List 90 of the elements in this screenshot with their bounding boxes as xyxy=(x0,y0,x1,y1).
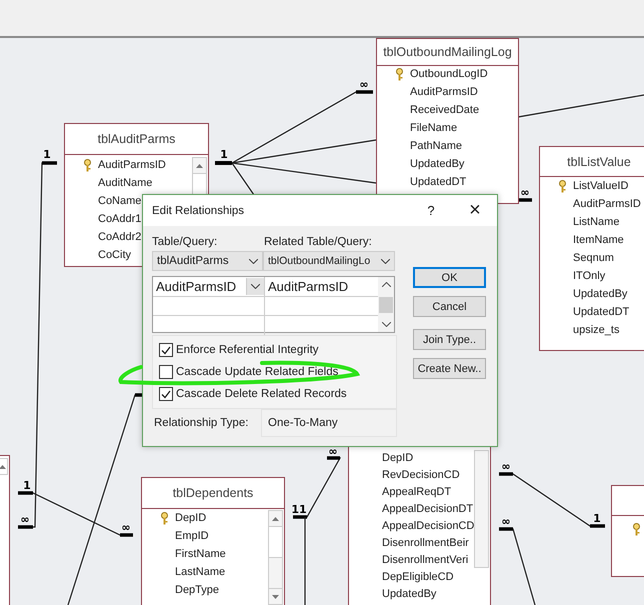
field-name: DepID xyxy=(175,512,206,524)
cardinality-label: ∞ xyxy=(520,186,530,199)
field-name: AppealDecisionCD xyxy=(382,520,474,532)
field-name: Seqnum xyxy=(573,252,614,264)
up-arrow-icon xyxy=(196,164,203,168)
field-label: Relationship Type: xyxy=(153,417,250,429)
field-name: DepID xyxy=(382,452,414,464)
field-name: ListValueID xyxy=(573,180,628,192)
scroll-thumb[interactable] xyxy=(379,296,393,312)
field-label: Related Table/Query: xyxy=(264,236,372,248)
field-name: AuditParmsID xyxy=(573,198,641,210)
field-name: ReceivedDate xyxy=(410,104,480,116)
grid-cell[interactable]: AuditParmsID xyxy=(265,277,377,296)
field-name: DisenrollmentVeri xyxy=(382,554,468,566)
grid-cell[interactable]: AuditParmsID xyxy=(153,277,265,296)
field-name: PathName xyxy=(410,140,462,152)
field-name: AppealReqDT xyxy=(382,486,452,498)
scroll-thumb[interactable] xyxy=(269,527,282,558)
up-arrow-icon xyxy=(0,464,6,468)
table-title: tblDependents xyxy=(172,486,254,500)
field-name: OutboundLogID xyxy=(410,68,488,80)
field-name: UpdatedBy xyxy=(573,288,628,300)
field-name: CoName xyxy=(98,195,142,207)
field-name: FileName xyxy=(410,122,458,134)
field-name: CoCity xyxy=(98,249,132,261)
chevron-icon xyxy=(249,258,258,264)
scrollbar[interactable] xyxy=(268,510,283,605)
dialog-button[interactable]: OK xyxy=(413,267,486,288)
dialog-title: Edit Relationships xyxy=(152,204,246,216)
cardinality-label: ∞ xyxy=(501,460,511,473)
field-name: EmpID xyxy=(175,530,209,542)
field-name: ItemName xyxy=(573,234,624,246)
cardinality-label: ∞ xyxy=(501,515,511,528)
dialog-button[interactable]: Join Type.. xyxy=(413,329,486,350)
table-dropdown[interactable]: tblAuditParms xyxy=(152,251,263,271)
field-name: AuditParmsID xyxy=(410,86,478,98)
close-button[interactable]: × xyxy=(453,196,497,226)
up-arrow-icon xyxy=(272,516,279,520)
field-name: CoAddr1 xyxy=(98,213,142,225)
field-name: CoAddr2 xyxy=(98,231,142,243)
checkbox[interactable] xyxy=(159,387,173,401)
table-title: tblListValue xyxy=(567,154,631,168)
dropdown-button[interactable] xyxy=(246,278,264,295)
checkbox[interactable] xyxy=(159,365,173,379)
cardinality-label: 1 xyxy=(23,479,31,492)
down-arrow-icon xyxy=(272,594,279,598)
cardinality-label: ∞ xyxy=(121,521,131,534)
field-name: FirstName xyxy=(175,548,226,560)
field-name: UpdatedDT xyxy=(410,176,466,188)
field-name: AuditName xyxy=(98,177,152,189)
field-name: upsize_ts xyxy=(573,324,620,336)
chevron-icon xyxy=(381,258,390,264)
scroll-up-button[interactable] xyxy=(0,458,8,475)
field-name: AuditParmsID xyxy=(98,159,166,171)
checkbox[interactable] xyxy=(159,343,173,357)
field-name: LastName xyxy=(175,566,226,578)
cardinality-label: 1 xyxy=(593,512,601,525)
scrollbar[interactable] xyxy=(474,450,489,568)
help-button[interactable]: ? xyxy=(409,196,453,226)
field-name: ListName xyxy=(573,216,620,228)
field-name: UpdatedBy xyxy=(382,588,436,600)
field-name: DisenrollmentBeir xyxy=(382,536,469,548)
field-name: DepEligibleCD xyxy=(382,570,454,582)
checkbox-option[interactable]: Enforce Referential Integrity xyxy=(159,339,396,361)
related-table-dropdown[interactable]: tblOutboundMailingLo xyxy=(263,251,395,271)
check-icon xyxy=(161,346,171,354)
field-name: UpdatedBy xyxy=(410,158,464,170)
dialog-button[interactable]: Create New.. xyxy=(413,358,486,379)
cardinality-label: ∞ xyxy=(359,78,369,91)
checkbox-option[interactable]: Cascade Delete Related Records xyxy=(159,383,396,405)
field-name: DepType xyxy=(175,584,220,596)
field-label: Table/Query: xyxy=(152,236,218,248)
cardinality-label: 11 xyxy=(291,503,307,516)
cardinality-label: ∞ xyxy=(20,513,30,526)
checkbox-option[interactable]: Cascade Update Related Fields xyxy=(159,361,396,383)
cardinality-label: 1 xyxy=(220,148,228,161)
relationship-type-value: One-To-Many xyxy=(261,409,397,437)
field-name: ITOnly xyxy=(573,270,606,282)
dialog-button[interactable]: Cancel xyxy=(413,296,486,317)
table-title: tblAuditParms xyxy=(98,132,176,146)
key-icon xyxy=(632,523,641,536)
field-name: AppealDecisionDT xyxy=(382,502,474,514)
chevron-icon xyxy=(251,284,260,289)
scrollbar[interactable] xyxy=(378,277,394,332)
table-title: tblOutboundMailingLog xyxy=(383,45,512,59)
cardinality-label: 1 xyxy=(43,148,51,161)
check-icon xyxy=(161,390,171,398)
cardinality-label: ∞ xyxy=(328,445,338,458)
field-name: RevDecisionCD xyxy=(382,468,460,480)
field-name: UpdatedDT xyxy=(573,306,630,318)
